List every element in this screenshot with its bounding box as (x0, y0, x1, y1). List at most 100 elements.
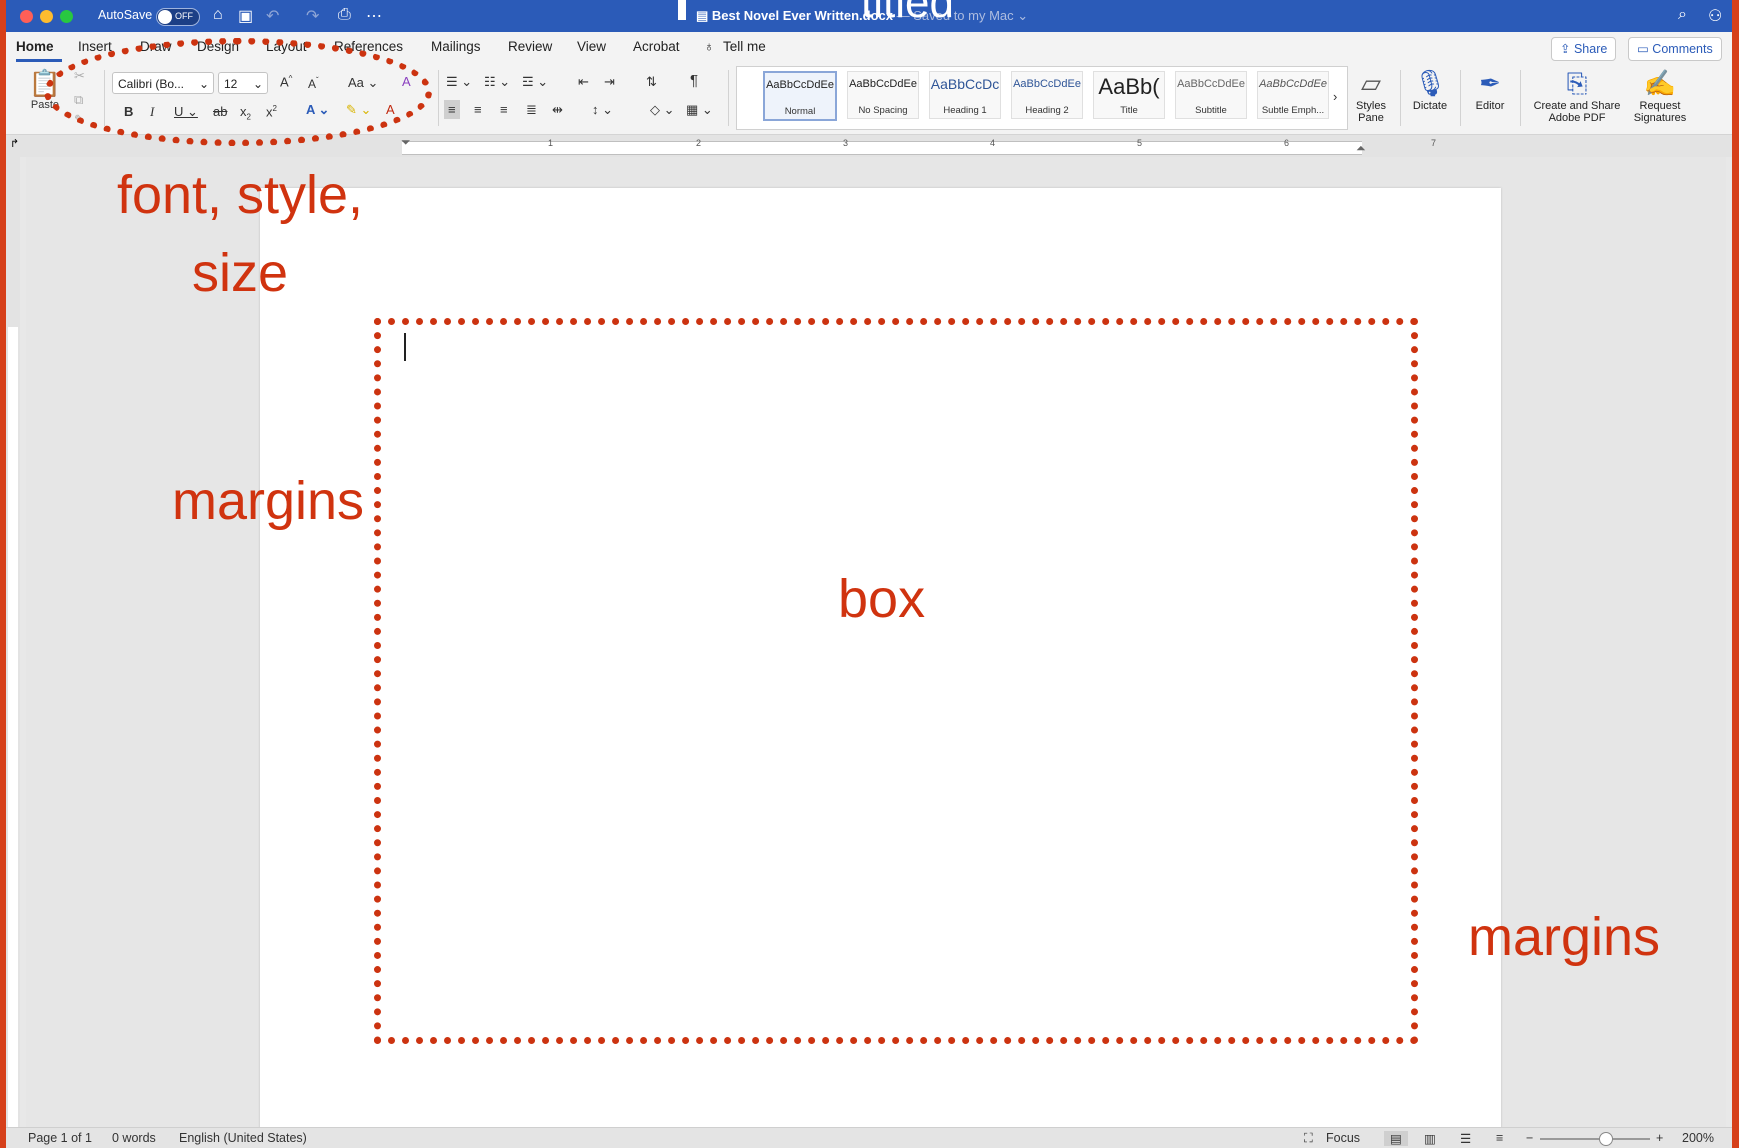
multilevel-list-icon[interactable]: ☲ ⌄ (522, 74, 548, 90)
account-icon[interactable]: ⚇ (1708, 6, 1722, 26)
style-subtitle[interactable]: AaBbCcDdEe Subtitle (1175, 71, 1247, 119)
undo-icon[interactable]: ↶ (266, 6, 279, 26)
styles-pane-icon: ▱ (1361, 68, 1381, 98)
dictate-button[interactable]: 🎙 Dictate (1408, 66, 1452, 112)
align-left-icon[interactable]: ≡ (444, 100, 460, 119)
search-icon[interactable]: ⌕ (1678, 6, 1687, 24)
zoom-slider[interactable] (1540, 1138, 1650, 1140)
separator (1400, 70, 1401, 126)
request-signatures-button[interactable]: ✍ Request Signatures (1628, 66, 1692, 124)
dictate-label: Dictate (1412, 100, 1448, 112)
pdf-share-icon: ⎘ (1566, 68, 1588, 98)
annotation-margins-left: margins (172, 471, 365, 531)
create-share-pdf-button[interactable]: ⎘ Create and Share Adobe PDF (1528, 66, 1626, 124)
microphone-icon: 🎙 (1413, 68, 1447, 98)
editor-icon: ✒ (1479, 68, 1501, 98)
zoom-level[interactable]: 200% (1682, 1131, 1714, 1145)
tab-review[interactable]: Review (508, 39, 552, 54)
page-count[interactable]: Page 1 of 1 (28, 1131, 92, 1145)
justify-icon[interactable]: ≣ (526, 102, 537, 118)
status-bar: Page 1 of 1 0 words English (United Stat… (6, 1127, 1732, 1148)
style-heading-1[interactable]: AaBbCcDc Heading 1 (929, 71, 1001, 119)
shading-icon[interactable]: ◇ ⌄ (650, 102, 675, 118)
ruler-number: 2 (696, 138, 702, 148)
align-right-icon[interactable]: ≡ (500, 102, 508, 117)
style-heading-2[interactable]: AaBbCcDdEe Heading 2 (1011, 71, 1083, 119)
document-icon: ▤ (696, 8, 712, 23)
share-icon: ⇪ (1560, 42, 1574, 56)
close-window-button[interactable] (20, 10, 33, 23)
tab-view[interactable]: View (577, 39, 606, 54)
print-layout-icon[interactable]: ▤ (1384, 1131, 1408, 1146)
style-name: Subtle Emph... (1261, 105, 1325, 116)
create-share-label-2: Adobe PDF (1548, 112, 1606, 124)
zoom-slider-handle[interactable] (1599, 1132, 1613, 1146)
style-no-spacing[interactable]: AaBbCcDdEe No Spacing (847, 71, 919, 119)
outline-view-icon[interactable]: ☰ (1460, 1131, 1471, 1146)
focus-label[interactable]: Focus (1326, 1131, 1360, 1145)
decrease-indent-icon[interactable]: ⇤ (578, 74, 589, 90)
right-indent-marker-icon[interactable]: ⏶ (1356, 141, 1366, 156)
style-normal[interactable]: AaBbCcDdEe Normal (763, 71, 837, 121)
word-count[interactable]: 0 words (112, 1131, 156, 1145)
focus-icon[interactable]: ⛶ (1304, 1131, 1313, 1146)
ruler-text-area (402, 141, 1362, 155)
distributed-icon[interactable]: ⇹ (552, 102, 563, 118)
annotation-oval (44, 38, 432, 146)
lightbulb-icon: ♁ (704, 39, 715, 54)
zoom-out-icon[interactable]: − (1526, 1131, 1533, 1145)
zoom-in-icon[interactable]: + (1656, 1131, 1663, 1145)
comments-button[interactable]: ▭ Comments (1628, 37, 1722, 61)
share-button[interactable]: ⇪ Share (1551, 37, 1617, 61)
ruler-number: 6 (1284, 138, 1290, 148)
vertical-ruler[interactable] (6, 157, 20, 1127)
chevron-right-icon[interactable]: › (1333, 89, 1337, 104)
bullets-icon[interactable]: ☰ ⌄ (446, 74, 472, 90)
numbering-icon[interactable]: ☷ ⌄ (484, 74, 510, 90)
zoom-window-button[interactable] (60, 10, 73, 23)
request-sig-label-1: Request (1639, 100, 1681, 112)
ruler-number: 1 (548, 138, 554, 148)
show-formatting-icon[interactable]: ¶ (690, 72, 698, 89)
style-title[interactable]: AaBb( Title (1093, 71, 1165, 119)
tab-home[interactable]: Home (16, 39, 54, 54)
style-name: No Spacing (858, 105, 908, 116)
draft-view-icon[interactable]: ≡ (1496, 1131, 1503, 1145)
styles-pane-label-1: Styles (1356, 100, 1386, 112)
style-preview: AaBbCcDdEe (766, 79, 834, 91)
separator (1460, 70, 1461, 126)
signature-icon: ✍ (1643, 68, 1677, 98)
print-icon[interactable]: ⎙ (338, 6, 351, 24)
borders-icon[interactable]: ▦ ⌄ (686, 102, 713, 118)
annotation-margins-right: margins (1468, 907, 1661, 967)
more-icon[interactable]: ⋯ (366, 6, 382, 26)
home-icon[interactable]: ⌂ (213, 6, 223, 24)
sort-icon[interactable]: ⇅ (646, 74, 657, 90)
increase-indent-icon[interactable]: ⇥ (604, 74, 615, 90)
web-layout-icon[interactable]: ▥ (1424, 1131, 1436, 1146)
tell-me-search[interactable]: Tell me (723, 39, 766, 54)
redo-icon[interactable]: ↷ (306, 6, 319, 26)
editor-button[interactable]: ✒ Editor (1468, 66, 1512, 112)
styles-pane-button[interactable]: ▱ Styles Pane (1351, 66, 1391, 124)
align-center-icon[interactable]: ≡ (474, 102, 482, 117)
comment-icon: ▭ (1637, 42, 1653, 56)
autosave-toggle[interactable]: OFF (156, 8, 200, 26)
save-icon[interactable]: ▣ (238, 6, 253, 26)
separator (728, 70, 729, 126)
request-sig-label-2: Signatures (1633, 112, 1687, 124)
style-preview: AaBbCcDdEe (1013, 78, 1081, 90)
indent-marker-icon[interactable]: ⏷ (401, 135, 411, 150)
tab-mailings[interactable]: Mailings (431, 39, 481, 54)
annotation-line-2: size (191, 243, 289, 303)
styles-gallery: AaBbCcDdEe Normal AaBbCcDdEe No Spacing … (736, 66, 1348, 130)
tab-selector-icon[interactable]: ↱ (10, 137, 19, 150)
annotation-font-style-size: font, style, size (98, 156, 382, 312)
style-subtle-emphasis[interactable]: AaBbCcDdEe Subtle Emph... (1257, 71, 1329, 119)
tab-acrobat[interactable]: Acrobat (633, 39, 680, 54)
minimize-window-button[interactable] (40, 10, 53, 23)
title-bar: AutoSave OFF ⌂ ▣ ↶ ↷ ⎙ ⋯ ▤ Best Novel Ev… (6, 0, 1732, 32)
annotation-box-label: box (838, 569, 926, 629)
line-spacing-icon[interactable]: ↕ ⌄ (592, 102, 613, 118)
language-status[interactable]: English (United States) (179, 1131, 307, 1145)
